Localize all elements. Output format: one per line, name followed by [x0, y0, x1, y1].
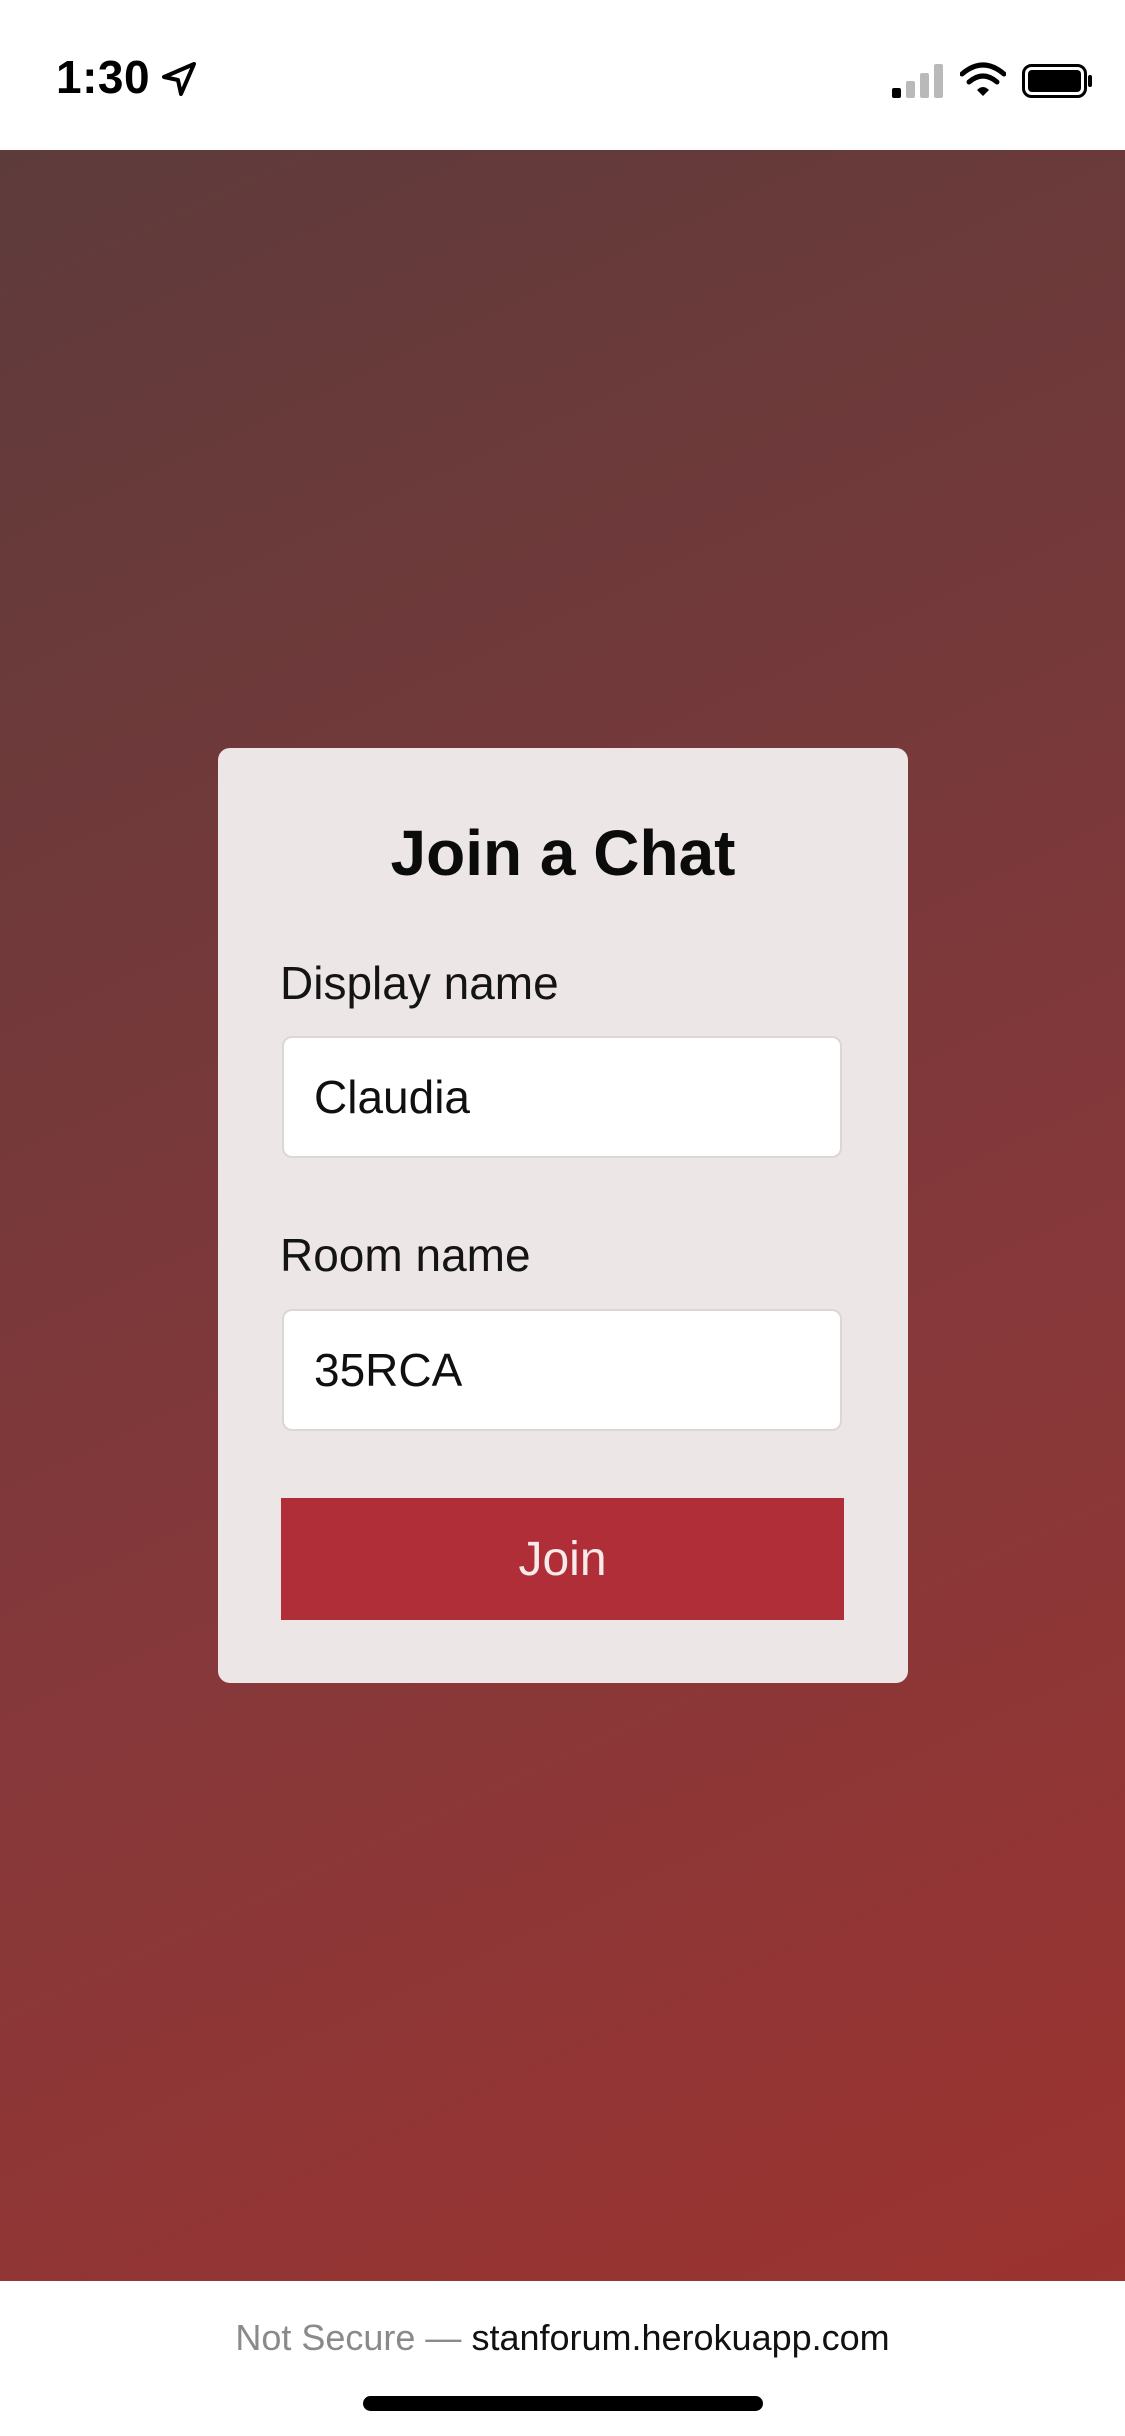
display-name-input[interactable]	[282, 1036, 842, 1158]
room-name-label: Room name	[280, 1229, 531, 1281]
security-status: Not Secure —	[235, 2317, 462, 2358]
join-chat-card: Join a Chat Display name Room name Join	[218, 748, 908, 1683]
screen: 1:30 Join a Chat Display name Room name	[0, 0, 1125, 2436]
join-button[interactable]: Join	[281, 1498, 844, 1620]
status-bar: 1:30	[0, 0, 1125, 150]
location-arrow-icon	[162, 62, 196, 96]
room-name-input[interactable]	[282, 1309, 842, 1431]
home-indicator[interactable]	[363, 2396, 763, 2411]
card-title: Join a Chat	[390, 817, 736, 889]
cellular-signal-icon	[892, 64, 943, 98]
wifi-icon	[960, 62, 1006, 96]
url-domain: stanforum.herokuapp.com	[471, 2317, 890, 2358]
url-text[interactable]: Not Secure — stanforum.herokuapp.com	[0, 2317, 1125, 2359]
battery-icon	[1022, 64, 1092, 98]
browser-url-bar[interactable]: Not Secure — stanforum.herokuapp.com	[0, 2281, 1125, 2436]
status-time: 1:30	[56, 51, 151, 103]
display-name-label: Display name	[280, 957, 559, 1009]
